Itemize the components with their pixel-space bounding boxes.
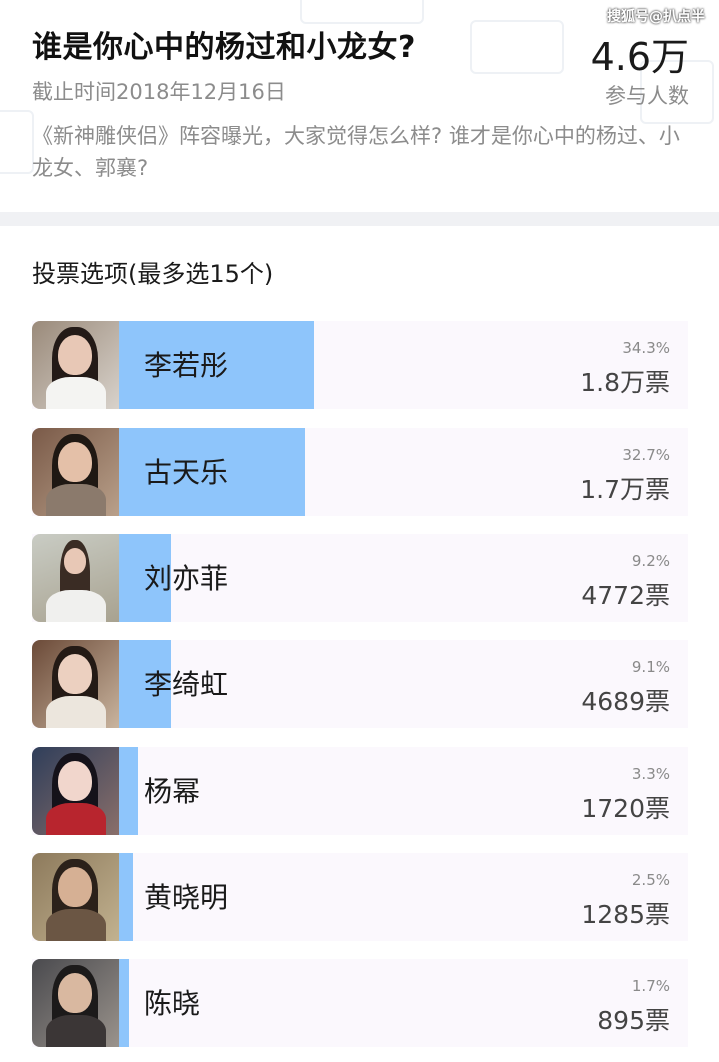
option-name: 陈晓	[144, 987, 201, 1020]
option-avatar-photo	[32, 428, 119, 516]
participants-count: 4.6万	[590, 35, 689, 79]
option-percent: 1.7%	[631, 977, 670, 995]
participants-label: 参与人数	[605, 84, 689, 108]
option-avatar-photo	[32, 747, 119, 835]
vote-option[interactable]: 陈晓 1.7% 895票	[32, 959, 688, 1047]
option-percent: 34.3%	[622, 339, 670, 357]
poll-title: 谁是你心中的杨过和小龙女?	[32, 30, 416, 65]
option-votes: 895票	[597, 1006, 670, 1035]
option-name: 李若彤	[144, 349, 229, 382]
vote-option[interactable]: 古天乐 32.7% 1.7万票	[32, 428, 688, 516]
option-percent: 9.1%	[631, 658, 670, 676]
vote-progress-bar	[119, 959, 129, 1047]
poll-deadline: 截止时间2018年12月16日	[32, 80, 286, 104]
option-votes: 1.8万票	[580, 368, 670, 397]
option-name: 黄晓明	[144, 881, 229, 914]
option-avatar-photo	[32, 321, 119, 409]
vote-progress-bar	[119, 747, 138, 835]
option-votes: 1.7万票	[580, 475, 670, 504]
background-decoration	[300, 0, 424, 24]
background-decoration	[0, 110, 34, 174]
option-name: 李绮虹	[144, 668, 229, 701]
option-name: 古天乐	[144, 456, 229, 489]
vote-option[interactable]: 李绮虹 9.1% 4689票	[32, 640, 688, 728]
vote-option[interactable]: 杨幂 3.3% 1720票	[32, 747, 688, 835]
option-percent: 2.5%	[631, 871, 670, 889]
watermark: 搜狐号@扒点半	[607, 9, 705, 25]
option-percent: 9.2%	[631, 552, 670, 570]
poll-header: 搜狐号@扒点半 谁是你心中的杨过和小龙女? 截止时间2018年12月16日 4.…	[0, 0, 719, 212]
vote-option[interactable]: 刘亦菲 9.2% 4772票	[32, 534, 688, 622]
option-avatar-photo	[32, 853, 119, 941]
option-percent: 32.7%	[622, 446, 670, 464]
vote-option[interactable]: 黄晓明 2.5% 1285票	[32, 853, 688, 941]
option-percent: 3.3%	[631, 765, 670, 783]
option-votes: 1720票	[581, 794, 670, 823]
options-section-title: 投票选项(最多选15个)	[32, 260, 274, 288]
section-divider	[0, 212, 719, 226]
option-votes: 4689票	[581, 687, 670, 716]
option-votes: 1285票	[581, 900, 670, 929]
background-decoration	[470, 20, 564, 74]
option-votes: 4772票	[581, 581, 670, 610]
option-name: 刘亦菲	[144, 562, 229, 595]
poll-description: 《新神雕侠侣》阵容曝光，大家觉得怎么样? 谁才是你心中的杨过、小龙女、郭襄?	[32, 124, 680, 180]
vote-progress-bar	[119, 853, 133, 941]
vote-option[interactable]: 李若彤 34.3% 1.8万票	[32, 321, 688, 409]
option-avatar-photo	[32, 640, 119, 728]
option-avatar-photo	[32, 959, 119, 1047]
option-avatar-photo	[32, 534, 119, 622]
option-name: 杨幂	[144, 775, 201, 808]
